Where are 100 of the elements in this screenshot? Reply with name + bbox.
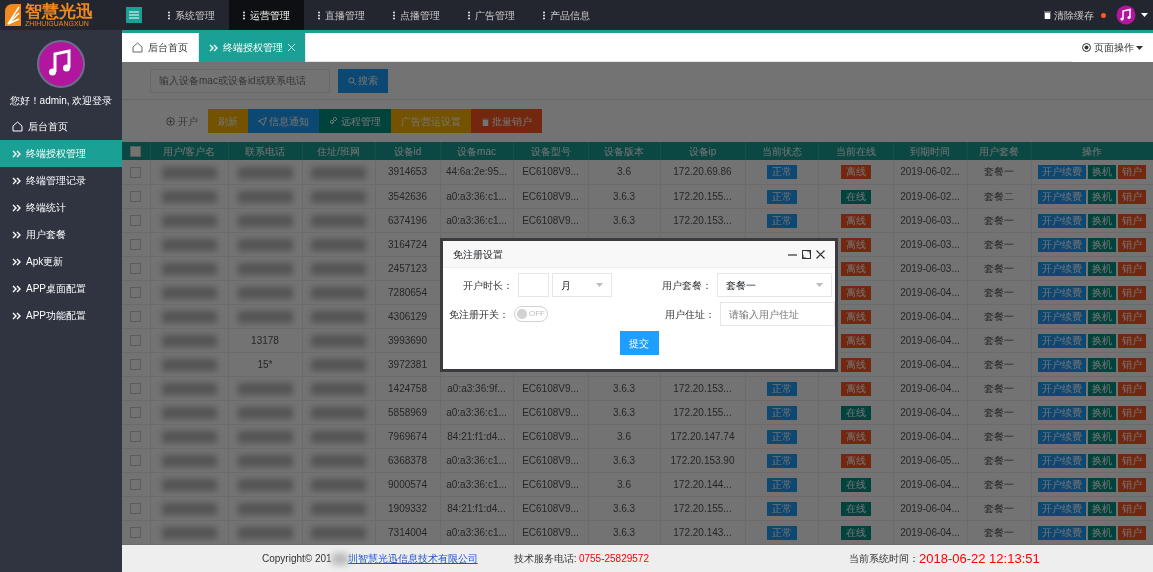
action-button[interactable]: 销户	[1118, 165, 1146, 180]
nav-tab[interactable]: 产品信息	[529, 0, 604, 30]
table-cell: 172.20.153...	[673, 214, 732, 226]
action-button[interactable]: 销户	[1118, 213, 1146, 228]
action-button[interactable]: 销户	[1118, 237, 1146, 252]
action-button[interactable]: 开户续费	[1038, 477, 1086, 492]
action-button[interactable]: 开户续费	[1038, 237, 1086, 252]
action-button[interactable]: 开户续费	[1038, 429, 1086, 444]
action-button[interactable]: 开户续费	[1038, 285, 1086, 300]
toolbar-button[interactable]: 刷新	[207, 109, 248, 133]
company-link[interactable]: 圳智慧光迅信息技术有限公司	[347, 551, 478, 566]
unit-select[interactable]: 月	[551, 273, 612, 297]
action-button[interactable]: 开户续费	[1038, 453, 1086, 468]
action-button[interactable]: 换机	[1088, 213, 1116, 228]
home-icon	[132, 42, 143, 53]
table-cell: a0:a3:36:c1...	[446, 526, 507, 538]
action-button[interactable]: 换机	[1088, 309, 1116, 324]
action-button[interactable]: 销户	[1118, 189, 1146, 204]
search-button[interactable]: 搜索	[337, 68, 388, 93]
action-button[interactable]: 换机	[1088, 453, 1116, 468]
action-button[interactable]: 销户	[1118, 429, 1146, 444]
action-button[interactable]: 换机	[1088, 477, 1116, 492]
redaction-blur	[237, 190, 293, 203]
toolbar-button[interactable]: 广告营运设置	[390, 109, 471, 133]
action-button[interactable]: 销户	[1118, 405, 1146, 420]
sidebar-item[interactable]: 用户套餐	[0, 221, 122, 248]
action-button[interactable]: 换机	[1088, 237, 1116, 252]
action-button[interactable]: 销户	[1118, 309, 1146, 324]
action-button[interactable]: 换机	[1088, 285, 1116, 300]
action-button[interactable]: 换机	[1088, 357, 1116, 372]
submit-button[interactable]: 提交	[619, 331, 659, 355]
select-all-checkbox[interactable]	[130, 146, 142, 158]
toolbar-button[interactable]: 信息通知	[247, 109, 319, 133]
action-button[interactable]: 换机	[1088, 333, 1116, 348]
action-button[interactable]: 销户	[1118, 477, 1146, 492]
action-button[interactable]: 销户	[1118, 333, 1146, 348]
page-tab[interactable]: 终端授权管理	[199, 33, 306, 62]
action-button[interactable]: 销户	[1118, 501, 1146, 516]
action-button[interactable]: 开户续费	[1038, 333, 1086, 348]
action-button[interactable]: 销户	[1118, 453, 1146, 468]
table-cell: 2019-06-04...	[900, 286, 960, 298]
duration-field[interactable]	[518, 273, 549, 297]
action-button[interactable]: 开户续费	[1038, 381, 1086, 396]
sidebar-item[interactable]: 终端授权管理	[0, 140, 122, 167]
action-button[interactable]: 开户续费	[1038, 189, 1086, 204]
table-cell: 2019-06-04...	[900, 382, 960, 394]
sidebar-item[interactable]: Apk更新	[0, 248, 122, 275]
online-tag: 离线	[840, 381, 871, 396]
toggle-switch[interactable]: OFF	[514, 306, 548, 322]
nav-tab[interactable]: 直播管理	[304, 0, 379, 30]
sidebar-item[interactable]: 终端统计	[0, 194, 122, 221]
column-header: 当前状态	[761, 145, 802, 157]
action-button[interactable]: 换机	[1088, 405, 1116, 420]
action-button[interactable]: 开户续费	[1038, 309, 1086, 324]
nav-tab[interactable]: 运营管理	[229, 0, 304, 30]
table-cell: 2019-06-02...	[900, 190, 960, 202]
redaction-blur	[161, 358, 217, 371]
redaction-blur	[311, 358, 366, 371]
table-cell: 3.6.3	[612, 214, 636, 226]
sidebar-item[interactable]: APP桌面配置	[0, 275, 122, 302]
table-cell: 172.20.155...	[673, 502, 732, 514]
action-button[interactable]: 开户续费	[1038, 213, 1086, 228]
dialog-title: 免注册设置	[453, 247, 503, 262]
clear-cache-button[interactable]: 清除缓存	[1041, 0, 1096, 30]
action-button[interactable]: 开户续费	[1038, 525, 1086, 540]
package-select[interactable]: 套餐一	[716, 273, 832, 297]
redaction-blur	[311, 310, 366, 323]
toolbar-button[interactable]: 远程管理	[319, 109, 391, 133]
redaction-blur	[311, 526, 366, 539]
action-button[interactable]: 换机	[1088, 501, 1116, 516]
nav-tab[interactable]: 广告管理	[454, 0, 529, 30]
redaction-blur	[161, 166, 217, 179]
toolbar-button[interactable]: 批量销户	[470, 109, 542, 133]
action-button[interactable]: 换机	[1088, 165, 1116, 180]
redaction-blur	[161, 334, 217, 347]
action-button[interactable]: 开户续费	[1038, 261, 1086, 276]
action-button[interactable]: 销户	[1118, 525, 1146, 540]
action-button[interactable]: 开户续费	[1038, 165, 1086, 180]
action-button[interactable]: 开户续费	[1038, 501, 1086, 516]
sidebar-item[interactable]: 终端管理记录	[0, 167, 122, 194]
sidebar-item[interactable]: APP功能配置	[0, 302, 122, 329]
action-button[interactable]: 销户	[1118, 381, 1146, 396]
redaction-blur	[311, 262, 366, 275]
action-button[interactable]: 销户	[1118, 285, 1146, 300]
action-button[interactable]: 换机	[1088, 429, 1116, 444]
page-tab[interactable]: 后台首页	[122, 33, 199, 62]
nav-tab[interactable]: 系统管理	[154, 0, 229, 30]
address-field[interactable]: 请输入用户住址	[720, 302, 835, 326]
nav-tab[interactable]: 点播管理	[379, 0, 454, 30]
action-button[interactable]: 换机	[1088, 189, 1116, 204]
chevron-icon	[12, 203, 21, 212]
menu-button[interactable]	[126, 7, 142, 23]
action-button[interactable]: 换机	[1088, 261, 1116, 276]
action-button[interactable]: 开户续费	[1038, 405, 1086, 420]
action-button[interactable]: 销户	[1118, 357, 1146, 372]
action-button[interactable]: 换机	[1088, 381, 1116, 396]
action-button[interactable]: 销户	[1118, 261, 1146, 276]
sidebar-item[interactable]: 后台首页	[0, 113, 122, 140]
action-button[interactable]: 开户续费	[1038, 357, 1086, 372]
action-button[interactable]: 换机	[1088, 525, 1116, 540]
